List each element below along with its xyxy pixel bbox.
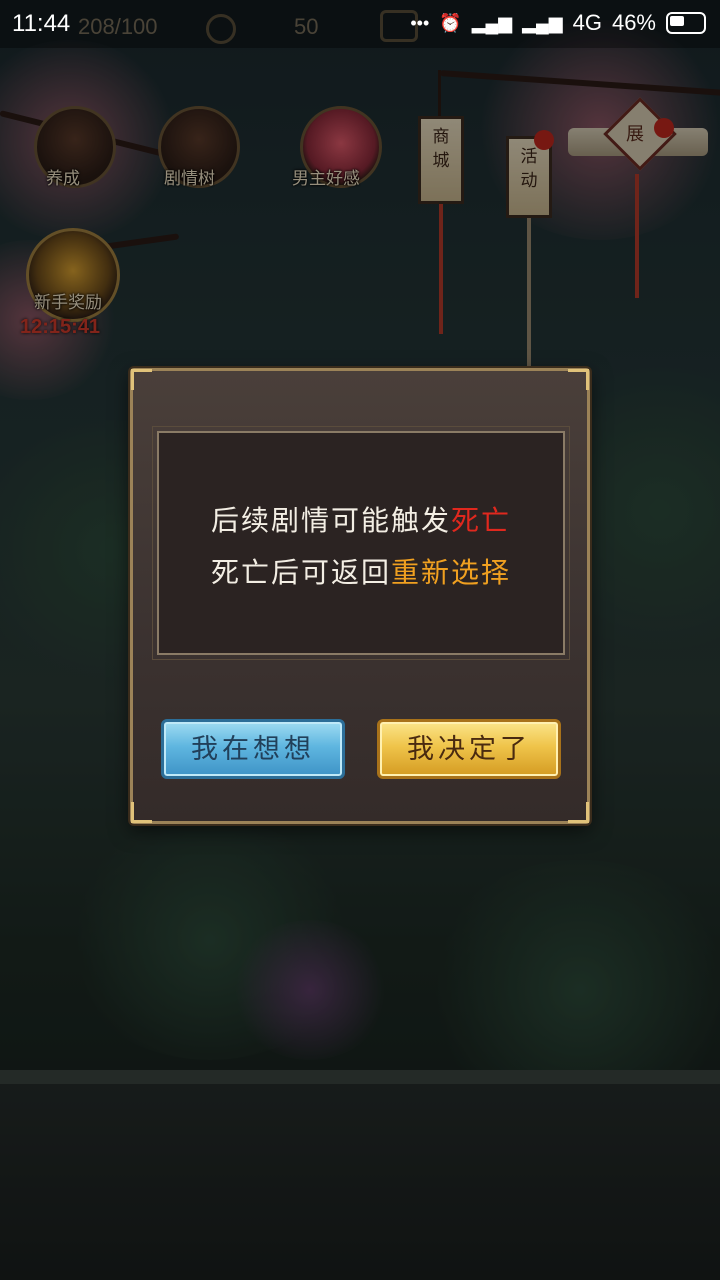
reselect-highlight: 重新选择: [391, 556, 512, 589]
status-icons: ••• ⏰ ▂▄▆ ▂▄▆ 4G 46%: [410, 10, 706, 36]
battery-icon: [666, 12, 706, 34]
network-type: 4G: [572, 10, 602, 35]
alarm-icon: ⏰: [439, 12, 462, 33]
death-warning-dialog: 后续剧情可能触发死亡 死亡后可返回重新选择 我在想想 我决定了: [130, 368, 590, 824]
battery-percent: 46%: [611, 10, 656, 35]
think-again-button[interactable]: 我在想想: [161, 719, 345, 779]
message-line-2: 死亡后可返回重新选择: [159, 551, 563, 591]
clock: 11:44: [12, 10, 71, 37]
death-highlight: 死亡: [451, 504, 512, 537]
status-bar: 11:44 ••• ⏰ ▂▄▆ ▂▄▆ 4G 46%: [0, 0, 720, 48]
confirm-button[interactable]: 我决定了: [377, 719, 561, 779]
message-line-1: 后续剧情可能触发死亡: [159, 499, 563, 539]
more-dots-icon: •••: [410, 12, 430, 33]
signal-icon: ▂▄▆: [522, 12, 563, 33]
message-text: 死亡后可返回: [210, 556, 391, 589]
message-text: 后续剧情可能触发: [210, 504, 451, 537]
signal-icon: ▂▄▆: [471, 12, 513, 33]
message-panel: 后续剧情可能触发死亡 死亡后可返回重新选择: [152, 426, 570, 660]
